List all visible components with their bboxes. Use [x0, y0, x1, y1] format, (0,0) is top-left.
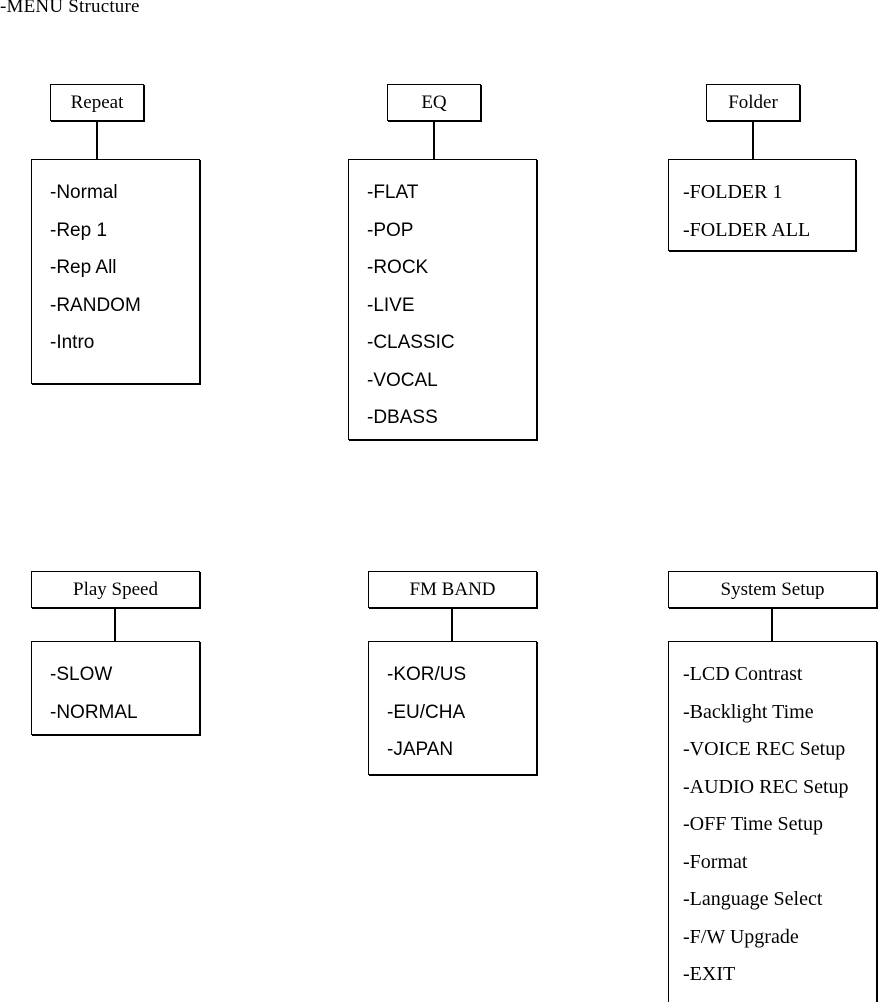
menu-item[interactable]: -VOICE REC Setup	[669, 731, 876, 769]
menu-header-folder[interactable]: Folder	[706, 84, 800, 121]
menu-header-fm-band[interactable]: FM BAND	[368, 571, 537, 608]
menu-body-system-setup: -LCD Contrast -Backlight Time -VOICE REC…	[668, 641, 877, 1002]
menu-item[interactable]: -EXIT	[669, 956, 876, 994]
menu-header-system-setup[interactable]: System Setup	[668, 571, 877, 608]
menu-item[interactable]: -RANDOM	[32, 287, 199, 325]
menu-item[interactable]: -Normal	[32, 174, 199, 212]
menu-item[interactable]: -EU/CHA	[369, 694, 536, 732]
menu-item[interactable]: -POP	[349, 212, 536, 250]
menu-item[interactable]: -OFF Time Setup	[669, 806, 876, 844]
menu-body-repeat: -Normal -Rep 1 -Rep All -RANDOM -Intro	[31, 159, 200, 384]
menu-item[interactable]: -KOR/US	[369, 656, 536, 694]
menu-item[interactable]: -Format	[669, 844, 876, 882]
menu-header-eq[interactable]: EQ	[387, 84, 481, 121]
menu-item[interactable]: -SLOW	[32, 656, 199, 694]
connector-line-play-speed	[114, 608, 116, 641]
menu-item[interactable]: -Rep 1	[32, 212, 199, 250]
menu-item[interactable]: -Backlight Time	[669, 694, 876, 732]
connector-line-system-setup	[771, 608, 773, 641]
menu-structure-diagram: -MENU Structure Repeat -Normal -Rep 1 -R…	[0, 0, 894, 1002]
menu-body-eq: -FLAT -POP -ROCK -LIVE -CLASSIC -VOCAL -…	[348, 159, 537, 440]
menu-header-play-speed[interactable]: Play Speed	[31, 571, 200, 608]
menu-item[interactable]: -DBASS	[349, 399, 536, 437]
menu-item[interactable]: -FOLDER 1	[669, 174, 855, 212]
connector-line-eq	[433, 121, 435, 159]
menu-item[interactable]: -NORMAL	[32, 694, 199, 732]
menu-item[interactable]: -Language Select	[669, 881, 876, 919]
menu-item[interactable]: -LIVE	[349, 287, 536, 325]
menu-item[interactable]: -LCD Contrast	[669, 656, 876, 694]
menu-item[interactable]: -VOCAL	[349, 362, 536, 400]
menu-body-play-speed: -SLOW -NORMAL	[31, 641, 200, 735]
menu-item[interactable]: -ROCK	[349, 249, 536, 287]
page-title: -MENU Structure	[0, 0, 140, 17]
menu-item[interactable]: -Intro	[32, 324, 199, 362]
menu-item[interactable]: -CLASSIC	[349, 324, 536, 362]
menu-body-fm-band: -KOR/US -EU/CHA -JAPAN	[368, 641, 537, 775]
connector-line-repeat	[96, 121, 98, 159]
menu-item[interactable]: -F/W Upgrade	[669, 919, 876, 957]
connector-line-fm-band	[451, 608, 453, 641]
menu-item[interactable]: -JAPAN	[369, 731, 536, 769]
menu-body-folder: -FOLDER 1 -FOLDER ALL	[668, 159, 856, 251]
connector-line-folder	[752, 121, 754, 159]
menu-item[interactable]: -FOLDER ALL	[669, 212, 855, 250]
menu-item[interactable]: -AUDIO REC Setup	[669, 769, 876, 807]
menu-header-repeat[interactable]: Repeat	[50, 84, 144, 121]
menu-item[interactable]: -FLAT	[349, 174, 536, 212]
menu-item[interactable]: -Rep All	[32, 249, 199, 287]
